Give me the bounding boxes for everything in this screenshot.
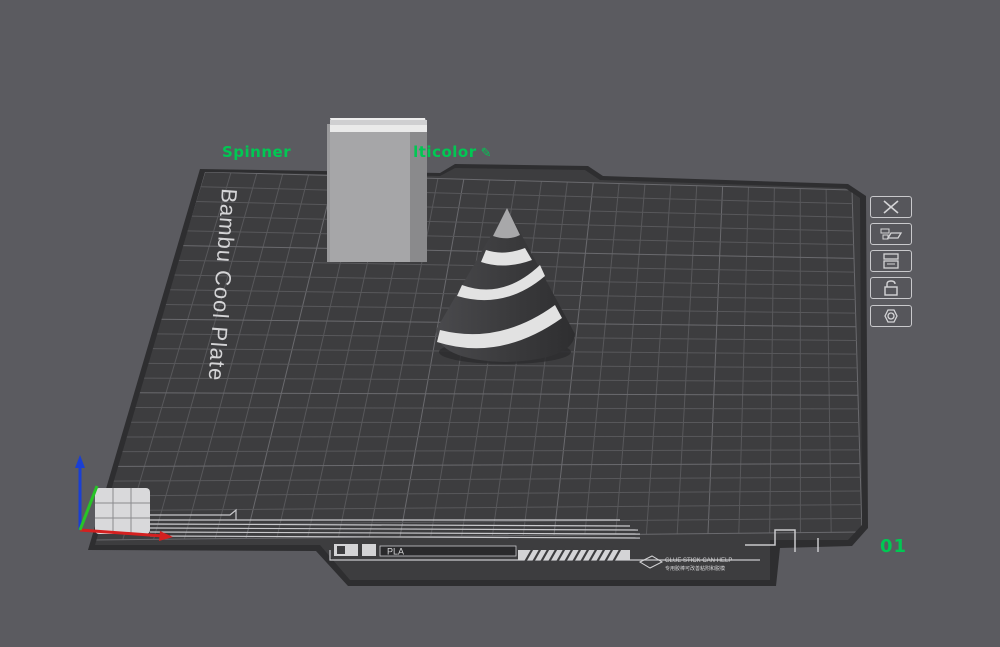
scene-svg: Bambu Cool Plate PLA GLUE STICK CAN HELP… bbox=[0, 0, 1000, 643]
close-icon bbox=[879, 199, 903, 215]
plate-settings-button[interactable] bbox=[870, 305, 912, 327]
origin-corner bbox=[95, 488, 150, 534]
arrange-plate-button[interactable] bbox=[870, 223, 912, 245]
settings-icon bbox=[878, 307, 904, 325]
plate-number: 01 bbox=[880, 536, 907, 557]
glue-hint-en: GLUE STICK CAN HELP bbox=[665, 558, 732, 564]
orient-plate-button[interactable] bbox=[870, 250, 912, 272]
edit-pencil-icon[interactable]: ✎ bbox=[481, 146, 492, 161]
glue-hint-cn: 专用胶棒可改善粘附和脱模 bbox=[665, 565, 725, 572]
plate-name-label[interactable]: Spinner lticolor ✎ bbox=[222, 143, 492, 161]
plate-name-left: Spinner bbox=[222, 143, 291, 161]
3d-viewport[interactable]: Bambu Cool Plate PLA GLUE STICK CAN HELP… bbox=[0, 0, 1000, 643]
lock-icon bbox=[879, 279, 903, 297]
close-plate-button[interactable] bbox=[870, 196, 912, 218]
arrange-icon bbox=[878, 226, 904, 242]
lock-plate-button[interactable] bbox=[870, 277, 912, 299]
layout-icon bbox=[879, 252, 903, 270]
filament-type-label: PLA bbox=[387, 547, 404, 557]
plate-name-right: lticolor bbox=[413, 143, 477, 161]
wipe-tower-model[interactable] bbox=[327, 118, 427, 262]
